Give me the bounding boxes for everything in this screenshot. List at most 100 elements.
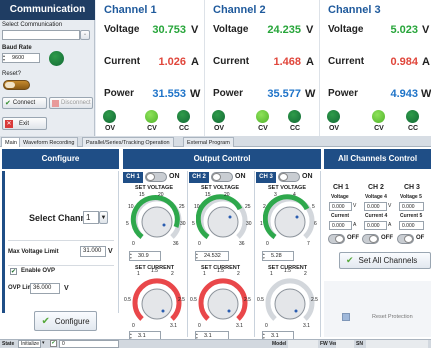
max-voltage-unit: V xyxy=(108,248,113,255)
select-communication-label: Select Communication xyxy=(2,22,63,28)
power-unit: W xyxy=(305,88,316,100)
reset-toggle-knob xyxy=(5,82,15,88)
baud-rate-spinner-icon[interactable]: ▴ ▾ xyxy=(3,54,5,62)
allch-ch3-toggle[interactable] xyxy=(397,234,414,244)
tick-label: 2 xyxy=(263,204,266,210)
voltage-label: Voltage xyxy=(328,24,364,35)
cv-label: CV xyxy=(374,125,384,132)
all-channels-panel: CH 1 CH 2 CH 3 Voltage Voltage 4 Voltage… xyxy=(324,171,431,281)
cv-indicator xyxy=(372,110,385,123)
select-channel-field[interactable]: 1 xyxy=(83,211,99,224)
allch-ch2-voltage-label: Voltage 4 xyxy=(365,194,387,200)
ch1-voltage-knob[interactable] xyxy=(130,193,184,247)
tick-label: 30 xyxy=(180,221,186,227)
reset-toggle[interactable] xyxy=(3,80,30,90)
channel-2-power-value: 35.577 xyxy=(267,88,301,100)
allch-ch2-current-field[interactable]: 0.000 xyxy=(364,221,387,230)
tab-external-program[interactable]: External Program xyxy=(183,137,234,147)
channel-name: Channel 2 xyxy=(213,4,266,16)
ch3-current-knob[interactable] xyxy=(263,275,317,329)
allch-ch2-current-label: Current 4 xyxy=(365,213,388,219)
channel-monitor-area: Channel 1 Voltage 30.753 V Current 1.026… xyxy=(96,0,431,136)
spinner-icon[interactable]: ▴ ▾ xyxy=(196,252,198,260)
voltage-unit: V xyxy=(306,24,314,36)
tick-label: 10 xyxy=(128,204,134,210)
communication-title: Communication xyxy=(0,0,95,20)
allch-ch1-voltage-unit: V xyxy=(353,203,357,209)
state-dropdown-icon[interactable]: ▾ xyxy=(42,340,45,346)
disconnect-button[interactable]: Disconnect xyxy=(49,97,93,109)
check-icon: ✔ xyxy=(5,100,11,107)
exit-button[interactable]: ✕ Exit xyxy=(2,117,47,130)
reset-protection-label[interactable]: Reset Protection xyxy=(372,314,413,320)
cc-indicator xyxy=(288,110,301,123)
select-communication-browse-icon[interactable]: ▫ xyxy=(80,30,90,40)
ch3-tag: CH 3 xyxy=(256,172,276,183)
allch-ch3-voltage-field[interactable]: 0.000 xyxy=(399,202,424,211)
spinner-icon[interactable]: ▴ ▾ xyxy=(263,252,265,260)
knob-body xyxy=(141,288,173,320)
channel-1-power-value: 31.553 xyxy=(152,88,186,100)
allch-ch3-off-label: OF xyxy=(416,235,425,241)
spinner-icon[interactable]: ▴ ▾ xyxy=(130,252,132,260)
tick-label: 1 xyxy=(137,271,140,277)
state-field[interactable]: Initialize xyxy=(18,340,41,348)
allch-ch2-title: CH 2 xyxy=(368,184,384,191)
ch3-voltage-field[interactable]: 5.28 xyxy=(262,251,294,261)
baud-rate-label: Baud Rate xyxy=(2,45,32,51)
tick-label: 1 xyxy=(260,221,263,227)
ch1-tag: CH 1 xyxy=(123,172,143,183)
ch2-current-knob[interactable] xyxy=(196,275,250,329)
ch1-output-toggle[interactable] xyxy=(145,172,167,182)
disconnect-button-label: Disconnect xyxy=(61,100,91,106)
cc-label: CC xyxy=(289,125,301,132)
configure-button[interactable]: ✔ Configure xyxy=(34,311,97,331)
set-all-channels-label: Set All Channels xyxy=(358,256,418,265)
ov-indicator xyxy=(212,110,225,123)
tab-parallel-series-tracking[interactable]: Parallel/Series/Tracking Operation xyxy=(82,137,174,147)
voltage-label: Voltage xyxy=(213,24,249,35)
baud-rate-field[interactable]: 9600 xyxy=(2,53,40,63)
ch2-output-toggle[interactable] xyxy=(211,172,233,182)
divider xyxy=(8,240,114,241)
ch3-output-toggle[interactable] xyxy=(278,172,300,182)
ov-label: OV xyxy=(328,125,340,132)
ch3-voltage-knob[interactable] xyxy=(263,193,317,247)
connect-button[interactable]: ✔ Connect xyxy=(2,97,47,109)
tick-label: 0.5 xyxy=(190,297,197,303)
allch-ch1-current-field[interactable]: 0.000 xyxy=(329,221,352,230)
tick-label: 3 xyxy=(274,192,277,198)
enable-ovp-checkbox[interactable]: ✔ xyxy=(10,268,17,275)
ch2-voltage-knob[interactable] xyxy=(196,193,250,247)
ovp-limit-field[interactable]: 36.000 xyxy=(30,283,60,294)
select-communication-field[interactable] xyxy=(2,30,80,40)
ch1-voltage-field[interactable]: 30.9 xyxy=(129,251,161,261)
check-icon: ✔ xyxy=(346,255,354,265)
allch-ch1-toggle[interactable] xyxy=(328,234,345,244)
allch-ch2-toggle[interactable] xyxy=(362,234,379,244)
connect-button-label: Connect xyxy=(12,100,36,106)
allch-ch3-current-field[interactable]: 0.000 xyxy=(399,221,424,230)
allch-ch2-voltage-field[interactable]: 0.000 xyxy=(364,202,387,211)
allch-ch1-voltage-field[interactable]: 0.000 xyxy=(329,202,352,211)
ch2-voltage-field[interactable]: 24.532 xyxy=(195,251,229,261)
select-channel-dropdown-icon[interactable]: ▼ xyxy=(99,211,108,224)
tick-label: 2 xyxy=(237,271,240,277)
tick-label: 36 xyxy=(173,241,179,247)
ch1-on-label: ON xyxy=(169,173,180,180)
tick-label: 1 xyxy=(270,271,273,277)
ch1-current-knob[interactable] xyxy=(130,275,184,329)
toggle-knob xyxy=(404,235,413,243)
channel-1-voltage-value: 30.753 xyxy=(152,24,186,36)
cv-label: CV xyxy=(258,125,268,132)
max-voltage-limit-field[interactable]: 31.000 xyxy=(80,246,106,257)
tab-waveform-recording[interactable]: Waveform Recording xyxy=(19,137,79,147)
tick-label: 2.5 xyxy=(178,297,185,303)
allch-ch2-voltage-unit: V xyxy=(388,203,392,209)
current-unit: A xyxy=(191,56,199,68)
tick-label: 0 xyxy=(132,241,135,247)
check-icon: ✔ xyxy=(41,315,50,327)
set-all-channels-button[interactable]: ✔ Set All Channels xyxy=(339,252,431,269)
model-label: Model xyxy=(272,341,287,347)
tick-label: 5 xyxy=(192,221,195,227)
